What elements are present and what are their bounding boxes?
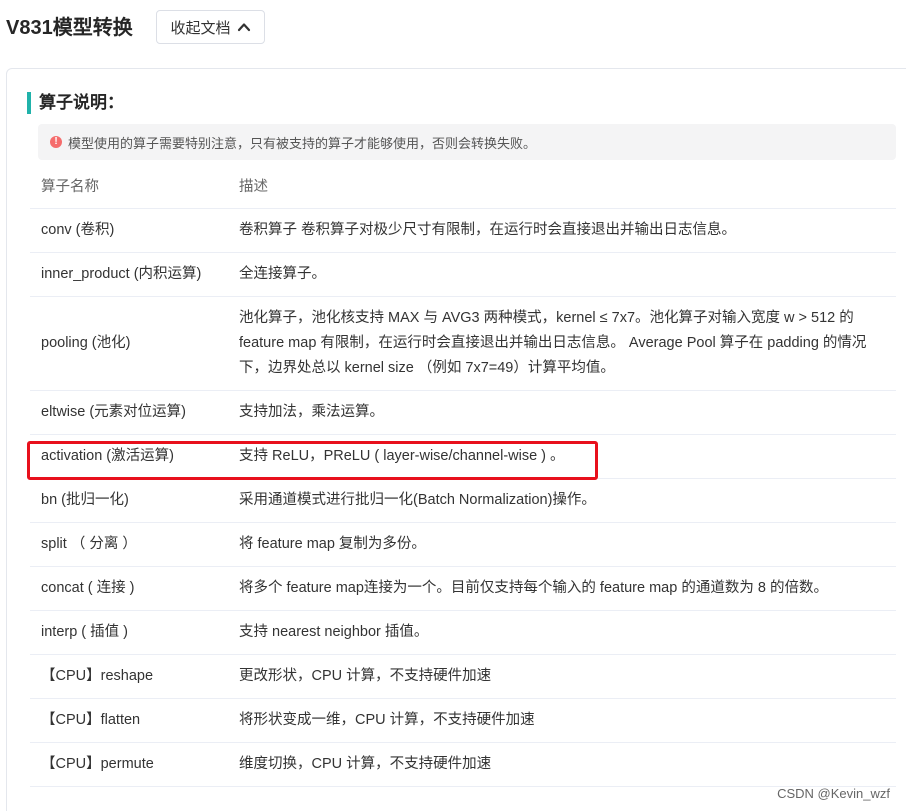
operator-desc: 采用通道模式进行批归一化(Batch Normalization)操作。 — [228, 478, 896, 523]
operator-desc: 支持 ReLU，PReLU ( layer-wise/channel-wise … — [228, 434, 896, 479]
header: V831模型转换 收起文档 — [0, 0, 906, 58]
operator-desc: 池化算子，池化核支持 MAX 与 AVG3 两种模式，kernel ≤ 7x7。… — [228, 296, 896, 391]
operator-name: inner_product (内积运算) — [30, 252, 228, 297]
table-row: interp ( 插值 ) 支持 nearest neighbor 插值。 — [30, 610, 896, 655]
operator-name: pooling (池化) — [30, 296, 228, 391]
operator-name: bn (批归一化) — [30, 478, 228, 523]
collapse-doc-button[interactable]: 收起文档 — [156, 10, 265, 44]
table-row: inner_product (内积运算) 全连接算子。 — [30, 252, 896, 297]
operator-name: 【CPU】reshape — [30, 654, 228, 699]
operator-name: concat ( 连接 ) — [30, 566, 228, 611]
table-row-highlighted: activation (激活运算) 支持 ReLU，PReLU ( layer-… — [30, 434, 896, 479]
operator-name: activation (激活运算) — [30, 434, 228, 479]
table-row: bn (批归一化) 采用通道模式进行批归一化(Batch Normalizati… — [30, 478, 896, 523]
notice-text: 模型使用的算子需要特别注意，只有被支持的算子才能够使用，否则会转换失败。 — [68, 135, 537, 151]
table-row: 【CPU】flatten 将形状变成一维，CPU 计算，不支持硬件加速 — [30, 698, 896, 743]
page: V831模型转换 收起文档 算子说明： ! 模型使用的算子需要特别注意，只有被支… — [0, 0, 906, 811]
operator-desc: 将多个 feature map连接为一个。目前仅支持每个输入的 feature … — [228, 566, 896, 611]
column-header-desc: 描述 — [228, 164, 896, 209]
operator-name: interp ( 插值 ) — [30, 610, 228, 655]
operator-desc: 全连接算子。 — [228, 252, 896, 297]
column-header-name: 算子名称 — [30, 164, 228, 209]
operator-name: 【CPU】permute — [30, 742, 228, 787]
chevron-up-icon — [237, 23, 250, 32]
operator-desc: 维度切换，CPU 计算，不支持硬件加速 — [228, 742, 896, 787]
table-row: pooling (池化) 池化算子，池化核支持 MAX 与 AVG3 两种模式，… — [30, 296, 896, 391]
table-header-row: 算子名称 描述 — [30, 164, 896, 209]
table-row: conv (卷积) 卷积算子 卷积算子对极少尺寸有限制，在运行时会直接退出并输出… — [30, 208, 896, 253]
watermark: CSDN @Kevin_wzf — [777, 786, 890, 801]
operator-desc: 更改形状，CPU 计算，不支持硬件加速 — [228, 654, 896, 699]
operator-desc: 支持 nearest neighbor 插值。 — [228, 610, 896, 655]
table-row: eltwise (元素对位运算) 支持加法，乘法运算。 — [30, 390, 896, 435]
operator-name: eltwise (元素对位运算) — [30, 390, 228, 435]
operator-name: conv (卷积) — [30, 208, 228, 253]
operator-desc: 卷积算子 卷积算子对极少尺寸有限制，在运行时会直接退出并输出日志信息。 — [228, 208, 896, 253]
notice-banner: ! 模型使用的算子需要特别注意，只有被支持的算子才能够使用，否则会转换失败。 — [38, 124, 896, 160]
operator-name: 【CPU】flatten — [30, 698, 228, 743]
table-row: split （ 分离 ） 将 feature map 复制为多份。 — [30, 522, 896, 567]
warning-icon: ! — [50, 136, 62, 148]
operator-desc: 将 feature map 复制为多份。 — [228, 522, 896, 567]
section-title: 算子说明： — [27, 92, 124, 114]
page-title: V831模型转换 — [6, 17, 133, 39]
operator-table: 算子名称 描述 conv (卷积) 卷积算子 卷积算子对极少尺寸有限制，在运行时… — [30, 164, 896, 787]
operator-desc: 支持加法，乘法运算。 — [228, 390, 896, 435]
table-row: 【CPU】reshape 更改形状，CPU 计算，不支持硬件加速 — [30, 654, 896, 699]
table-row: 【CPU】permute 维度切换，CPU 计算，不支持硬件加速 — [30, 742, 896, 787]
operator-desc: 将形状变成一维，CPU 计算，不支持硬件加速 — [228, 698, 896, 743]
collapse-doc-label: 收起文档 — [170, 19, 231, 37]
operator-name: split （ 分离 ） — [30, 522, 228, 567]
table-row: concat ( 连接 ) 将多个 feature map连接为一个。目前仅支持… — [30, 566, 896, 611]
